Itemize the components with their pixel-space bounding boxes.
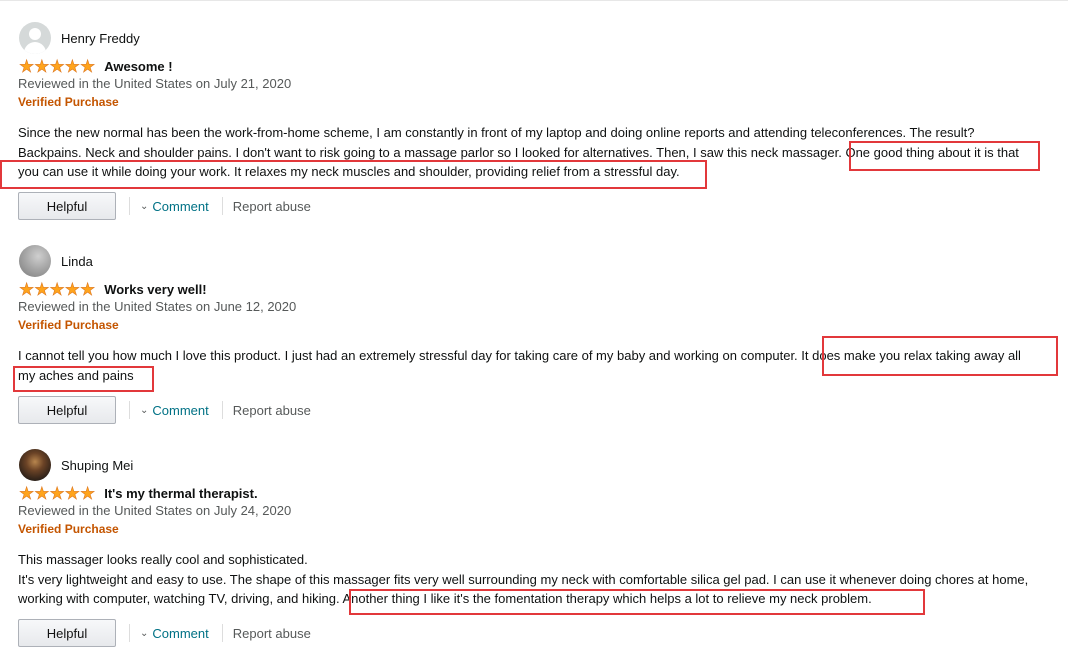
review-title[interactable]: Awesome ! <box>104 59 172 74</box>
reviewer-profile[interactable]: Henry Freddy <box>19 22 140 54</box>
comment-link[interactable]: ⌄ Comment <box>140 626 209 641</box>
chevron-down-icon: ⌄ <box>140 627 149 639</box>
chevron-down-icon: ⌄ <box>140 200 149 212</box>
review-body: I cannot tell you how much I love this p… <box>18 346 1063 385</box>
review-date: Reviewed in the United States on June 12… <box>18 299 297 314</box>
reviewer-name[interactable]: Henry Freddy <box>61 31 140 46</box>
verified-purchase-badge[interactable]: Verified Purchase <box>18 318 119 332</box>
review-line: I cannot tell you how much I love this p… <box>18 348 1021 363</box>
rating-row: ★★★★★ Awesome ! <box>19 57 173 75</box>
comment-label: Comment <box>152 625 209 641</box>
divider <box>129 197 130 215</box>
reviewer-profile[interactable]: Linda <box>19 245 93 277</box>
profile-photo <box>19 245 51 277</box>
helpful-button[interactable]: Helpful <box>18 619 116 647</box>
divider <box>129 401 130 419</box>
helpful-button[interactable]: Helpful <box>18 396 116 424</box>
review-line: working with computer, watching TV, driv… <box>18 591 872 606</box>
review-title[interactable]: It's my thermal therapist. <box>104 486 257 501</box>
five-star-rating-icon[interactable]: ★★★★★ <box>19 280 96 298</box>
divider <box>221 197 223 215</box>
divider <box>221 624 223 642</box>
verified-purchase-badge[interactable]: Verified Purchase <box>18 522 119 536</box>
reviewer-name[interactable]: Shuping Mei <box>61 458 133 473</box>
review-date: Reviewed in the United States on July 21… <box>18 76 292 91</box>
chevron-down-icon: ⌄ <box>140 404 149 416</box>
review-line: It's very lightweight and easy to use. T… <box>18 571 1029 587</box>
review-line: you can use it while doing your work. It… <box>18 164 680 179</box>
rating-row: ★★★★★ Works very well! <box>19 280 207 298</box>
comment-link[interactable]: ⌄ Comment <box>140 403 209 418</box>
five-star-rating-icon[interactable]: ★★★★★ <box>19 484 96 502</box>
profile-photo <box>19 449 51 481</box>
review-body: Since the new normal has been the work-f… <box>18 123 1063 182</box>
review-line: my aches and pains <box>18 367 134 383</box>
default-profile-icon <box>19 22 51 54</box>
review-date: Reviewed in the United States on July 24… <box>18 503 292 518</box>
divider <box>221 401 223 419</box>
review-actions: Helpful ⌄ Comment Report abuse <box>18 618 311 648</box>
five-star-rating-icon[interactable]: ★★★★★ <box>19 57 96 75</box>
comment-label: Comment <box>152 198 209 214</box>
reviewer-profile[interactable]: Shuping Mei <box>19 449 133 481</box>
review-title[interactable]: Works very well! <box>104 282 206 297</box>
report-abuse-link[interactable]: Report abuse <box>233 403 311 418</box>
divider <box>129 624 130 642</box>
verified-purchase-badge[interactable]: Verified Purchase <box>18 95 119 109</box>
helpful-button[interactable]: Helpful <box>18 192 116 220</box>
report-abuse-link[interactable]: Report abuse <box>233 199 311 214</box>
reviewer-name[interactable]: Linda <box>61 254 93 269</box>
review-line: Backpains. Neck and shoulder pains. I do… <box>18 144 1019 160</box>
review-actions: Helpful ⌄ Comment Report abuse <box>18 191 311 221</box>
comment-link[interactable]: ⌄ Comment <box>140 199 209 214</box>
report-abuse-link[interactable]: Report abuse <box>233 626 311 641</box>
rating-row: ★★★★★ It's my thermal therapist. <box>19 484 258 502</box>
review-body: This massager looks really cool and soph… <box>18 550 1063 609</box>
review-actions: Helpful ⌄ Comment Report abuse <box>18 395 311 425</box>
review-line: This massager looks really cool and soph… <box>18 552 308 567</box>
review-line: Since the new normal has been the work-f… <box>18 125 975 140</box>
top-divider <box>0 0 1068 4</box>
comment-label: Comment <box>152 402 209 418</box>
